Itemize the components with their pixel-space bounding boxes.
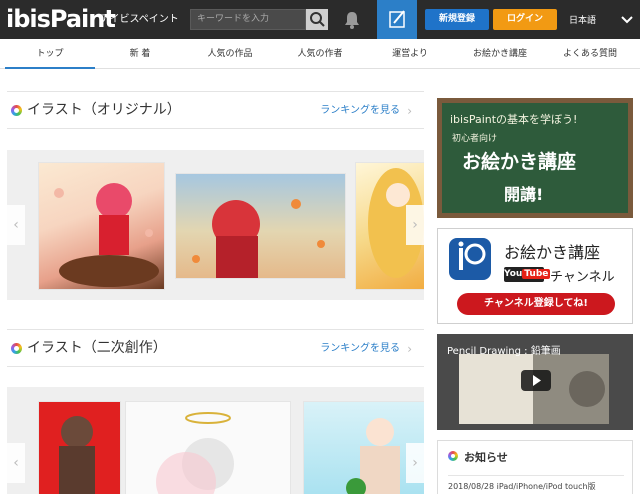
- nav-top[interactable]: トップ: [5, 39, 95, 69]
- carousel-next-button[interactable]: ›: [406, 205, 424, 245]
- bell-icon: [345, 12, 359, 29]
- nav-popular-artists[interactable]: 人気の作者: [275, 39, 365, 69]
- search-input[interactable]: キーワードを入力: [190, 9, 306, 30]
- carousel-prev-button[interactable]: ‹: [7, 443, 25, 483]
- search-button[interactable]: [306, 9, 328, 30]
- section-original-header: イラスト（オリジナル） ランキングを見る ›: [7, 91, 424, 129]
- youtube-logo: You Tube: [504, 267, 551, 282]
- post-artwork-button[interactable]: [377, 0, 417, 39]
- play-icon: [533, 375, 541, 386]
- notice-title: お知らせ: [464, 451, 508, 464]
- youtube-banner-title: お絵かき講座: [504, 243, 601, 262]
- carousel-fanart: ‹ ›: [7, 387, 424, 494]
- artwork-thumbnail[interactable]: [38, 401, 121, 494]
- divider: [448, 475, 624, 476]
- artwork-thumbnail[interactable]: [175, 173, 346, 279]
- ibispaint-logo[interactable]: ibisPaint: [6, 4, 116, 34]
- youtube-channel-banner[interactable]: お絵かき講座 You Tube チャンネル チャンネル登録してね!: [437, 228, 633, 324]
- carousel-original: ‹ ›: [7, 150, 424, 300]
- section-title: イラスト（二次創作）: [27, 340, 167, 356]
- banner-text: お絵かき講座: [462, 151, 577, 173]
- palette-icon: [11, 105, 22, 116]
- artwork-image: [192, 199, 325, 278]
- carousel-prev-button[interactable]: ‹: [7, 205, 25, 245]
- login-button[interactable]: ログイン: [493, 9, 557, 30]
- register-button[interactable]: 新規登録: [425, 9, 489, 30]
- nav-popular-works[interactable]: 人気の作品: [185, 39, 275, 69]
- artwork-image: [156, 412, 234, 494]
- ranking-link[interactable]: ランキングを見る: [320, 104, 400, 118]
- banner-text: ibisPaintの基本を学ぼう!: [450, 113, 578, 126]
- banner-text: 開講!: [504, 185, 544, 204]
- artwork-image: [54, 183, 159, 287]
- notice-panel: お知らせ 2018/08/28 iPad/iPhone/iPod touch版: [437, 440, 633, 494]
- chevron-right-icon[interactable]: ›: [407, 104, 412, 118]
- nav-new[interactable]: 新 着: [95, 39, 185, 69]
- youtube-logo-tube: Tube: [522, 269, 551, 279]
- language-selector[interactable]: 日本語: [569, 13, 596, 26]
- notice-item[interactable]: 2018/08/28 iPad/iPhone/iPod touch版: [448, 481, 596, 492]
- ibispaint-app-icon: [449, 238, 491, 280]
- chevron-down-icon[interactable]: [620, 12, 634, 26]
- pencil-edit-icon: [389, 10, 405, 28]
- notification-bell-button[interactable]: [344, 11, 360, 29]
- palette-icon: [11, 343, 22, 354]
- carousel-next-button[interactable]: ›: [406, 443, 424, 483]
- palette-icon: [448, 451, 458, 461]
- artwork-image: [59, 416, 95, 494]
- play-button[interactable]: [521, 370, 551, 391]
- lesson-banner[interactable]: ibisPaintの基本を学ぼう! 初心者向け お絵かき講座 開講!: [437, 98, 633, 218]
- logo-text: ibisPaint: [6, 5, 116, 33]
- video-title: Pencil Drawing : 鉛筆画: [447, 346, 561, 357]
- banner-text: 初心者向け: [452, 134, 498, 144]
- youtube-logo-you: You: [504, 269, 523, 279]
- nav-drawing-lessons[interactable]: お絵かき講座: [455, 39, 545, 69]
- artwork-thumbnail[interactable]: [38, 162, 165, 290]
- main-nav: トップ 新 着 人気の作品 人気の作者 運営より お絵かき講座 よくある質問: [0, 39, 640, 69]
- subscribe-button[interactable]: チャンネル登録してね!: [457, 293, 615, 315]
- top-header: ibisPaint アイビスペイント キーワードを入力 新規登録 ログイン 日本…: [0, 0, 640, 39]
- search-icon: [310, 12, 325, 27]
- nav-faq[interactable]: よくある質問: [545, 39, 635, 69]
- nav-from-admin[interactable]: 運営より: [365, 39, 455, 69]
- app-root: ibisPaint アイビスペイント キーワードを入力 新規登録 ログイン 日本…: [0, 0, 640, 494]
- video-player[interactable]: Pencil Drawing : 鉛筆画: [437, 334, 633, 430]
- youtube-channel-label: チャンネル: [550, 270, 615, 285]
- section-title: イラスト（オリジナル）: [27, 102, 181, 118]
- artwork-thumbnail[interactable]: [125, 401, 291, 494]
- logo-subtitle: アイビスペイント: [100, 14, 179, 25]
- section-fanart-header: イラスト（二次創作） ランキングを見る ›: [7, 329, 424, 367]
- chevron-right-icon[interactable]: ›: [407, 342, 412, 356]
- ranking-link[interactable]: ランキングを見る: [320, 342, 400, 356]
- chalkboard: ibisPaintの基本を学ぼう! 初心者向け お絵かき講座 開講!: [442, 103, 628, 213]
